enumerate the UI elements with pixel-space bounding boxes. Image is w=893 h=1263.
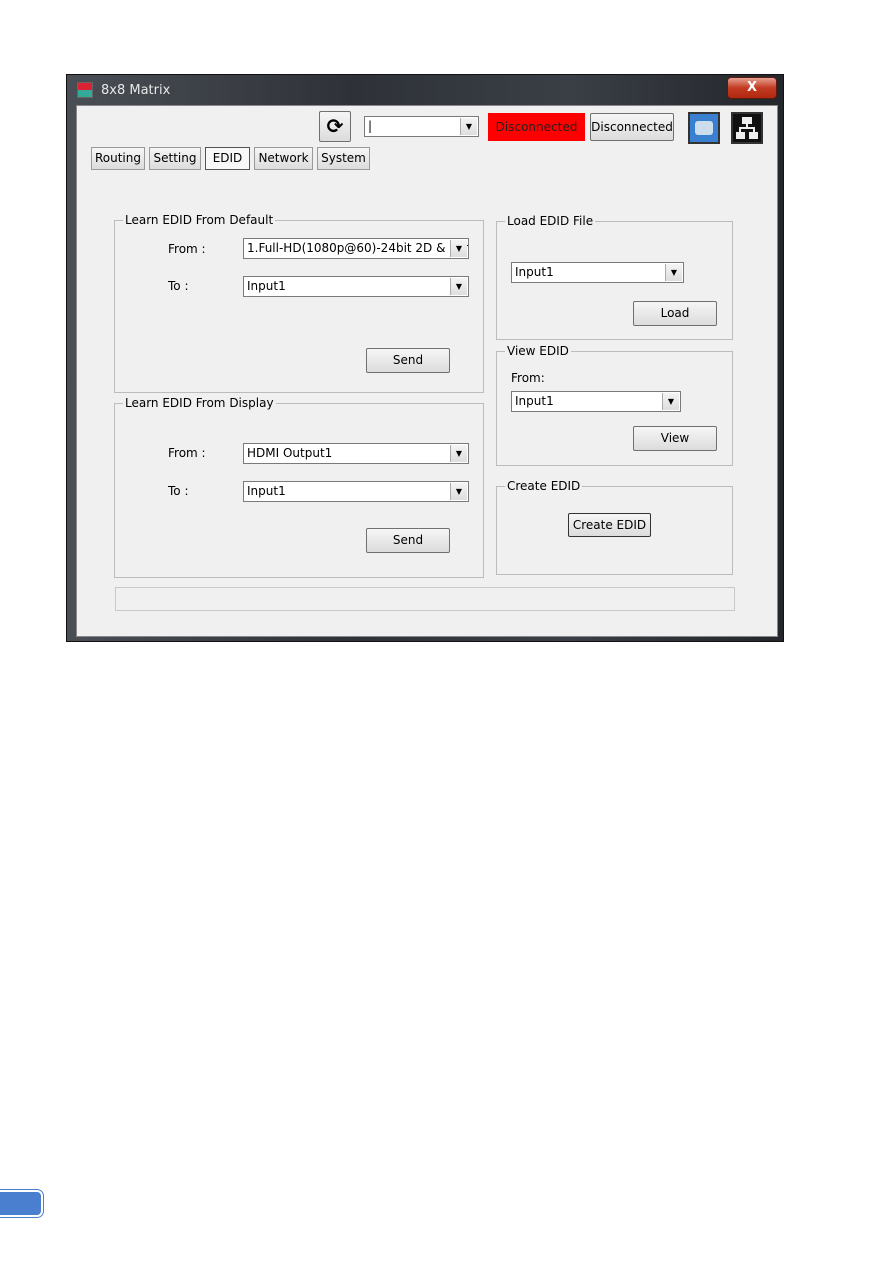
tab-system[interactable]: System	[317, 147, 370, 170]
chevron-down-icon: ▼	[460, 118, 477, 135]
network-button[interactable]	[731, 112, 763, 144]
to-label: To :	[168, 279, 189, 293]
from-label: From :	[168, 446, 206, 460]
load-input-select[interactable]: Input1 ▼	[511, 262, 684, 283]
group-title: Create EDID	[505, 479, 583, 493]
port-select[interactable]: | ▼	[364, 116, 479, 137]
display-send-button[interactable]: Send	[366, 528, 450, 553]
tab-setting[interactable]: Setting	[149, 147, 201, 170]
view-input-select[interactable]: Input1 ▼	[511, 391, 681, 412]
from-label: From:	[511, 371, 545, 385]
display-from-select[interactable]: HDMI Output1 ▼	[243, 443, 469, 464]
chevron-down-icon: ▼	[665, 264, 682, 281]
serial-port-button[interactable]	[688, 112, 720, 144]
view-button[interactable]: View	[633, 426, 717, 451]
connect-button[interactable]: Disconnected	[590, 113, 674, 141]
to-label: To :	[168, 484, 189, 498]
select-value: Input1	[247, 279, 286, 293]
app-icon	[77, 82, 93, 98]
tab-edid[interactable]: EDID	[205, 147, 250, 170]
select-value: 1.Full-HD(1080p@60)-24bit 2D & 2ch	[247, 241, 469, 255]
connection-status: Disconnected	[488, 113, 585, 141]
default-to-select[interactable]: Input1 ▼	[243, 276, 469, 297]
default-from-select[interactable]: 1.Full-HD(1080p@60)-24bit 2D & 2ch ▼	[243, 238, 469, 259]
page-tab-marker	[0, 1189, 44, 1218]
serial-port-icon	[695, 121, 713, 135]
chevron-down-icon: ▼	[450, 240, 467, 257]
chevron-down-icon: ▼	[662, 393, 679, 410]
from-label: From :	[168, 242, 206, 256]
chevron-down-icon: ▼	[450, 445, 467, 462]
refresh-button[interactable]: ⟳	[319, 111, 351, 142]
select-value: Input1	[515, 394, 554, 408]
select-value: Input1	[515, 265, 554, 279]
tab-routing[interactable]: Routing	[91, 147, 145, 170]
close-button[interactable]: X	[727, 77, 777, 99]
display-to-select[interactable]: Input1 ▼	[243, 481, 469, 502]
group-title: Learn EDID From Default	[123, 213, 276, 227]
create-edid-button[interactable]: Create EDID	[568, 513, 651, 537]
chevron-down-icon: ▼	[450, 278, 467, 295]
status-bar	[115, 587, 735, 611]
tab-network[interactable]: Network	[254, 147, 313, 170]
chevron-down-icon: ▼	[450, 483, 467, 500]
select-value: HDMI Output1	[247, 446, 333, 460]
network-icon	[736, 117, 758, 139]
group-title: Learn EDID From Display	[123, 396, 276, 410]
load-button[interactable]: Load	[633, 301, 717, 326]
title-bar: 8x8 Matrix X	[67, 75, 783, 105]
group-title: View EDID	[505, 344, 571, 358]
refresh-icon: ⟳	[326, 114, 344, 138]
default-send-button[interactable]: Send	[366, 348, 450, 373]
select-value: Input1	[247, 484, 286, 498]
window-title: 8x8 Matrix	[101, 83, 171, 98]
group-title: Load EDID File	[505, 214, 596, 228]
